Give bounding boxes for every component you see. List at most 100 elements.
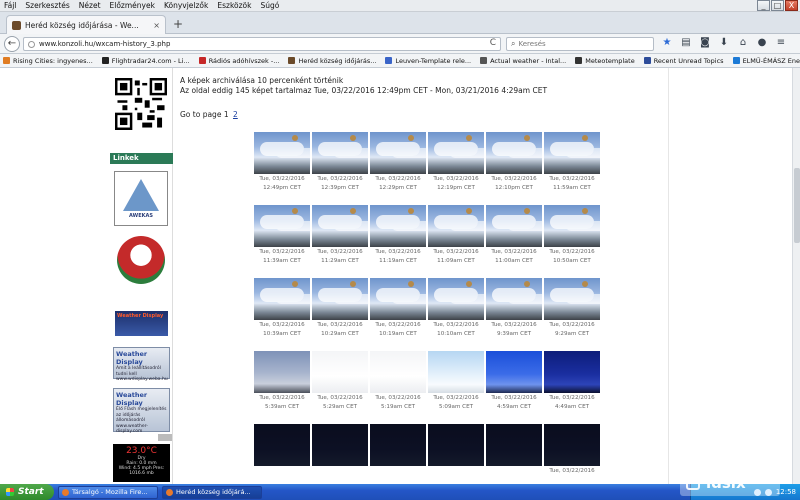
webcam-thumbnail[interactable] — [370, 424, 426, 467]
webcam-image[interactable] — [428, 132, 484, 174]
taskbar-item-firefox-weather[interactable]: Heréd község időjárá... — [162, 485, 262, 499]
webcam-image[interactable] — [312, 424, 368, 466]
bookmark-item[interactable]: Flightradar24.com - Li... — [99, 57, 190, 65]
webcam-image[interactable] — [370, 351, 426, 393]
webcam-image[interactable] — [486, 351, 542, 393]
new-tab-button[interactable]: + — [171, 17, 185, 31]
webcam-image[interactable] — [486, 205, 542, 247]
site-info-icon[interactable] — [28, 40, 35, 48]
bookmark-item[interactable]: Rádiós adóhívszek -... — [196, 57, 279, 65]
menu-tools[interactable]: Eszközök — [217, 1, 251, 10]
vertical-scrollbar[interactable] — [792, 68, 800, 484]
webcam-image[interactable] — [254, 132, 310, 174]
chat-icon[interactable]: ● — [755, 36, 769, 50]
webcam-thumbnail[interactable] — [428, 424, 484, 467]
webcam-image[interactable] — [428, 424, 484, 466]
webcam-image[interactable] — [254, 424, 310, 466]
webcam-thumbnail[interactable]: Tue, 03/22/2016 10:39am CET — [254, 278, 310, 338]
webcam-image[interactable] — [254, 278, 310, 320]
tab-close-icon[interactable]: × — [153, 21, 160, 30]
webcam-image[interactable] — [428, 205, 484, 247]
webcam-image[interactable] — [312, 351, 368, 393]
webcam-thumbnail[interactable]: Tue, 03/22/2016 12:29pm CET — [370, 132, 426, 192]
webcam-thumbnail[interactable] — [486, 424, 542, 467]
webcam-image[interactable] — [544, 132, 600, 174]
mini-weather-widget[interactable]: 23.0°C Dry Rain: 0.0 mm Wind: 4.5 mph Pr… — [113, 444, 170, 482]
menu-edit[interactable]: Szerkesztés — [25, 1, 69, 10]
weather-display-box-link[interactable]: Weather Display Amit a leállításodról tu… — [113, 347, 170, 382]
weather-display-banner-link[interactable]: Weather Display — [115, 311, 168, 336]
webcam-thumbnail[interactable]: Tue, 03/22/2016 — [544, 424, 600, 476]
webcam-thumbnail[interactable]: Tue, 03/22/2016 10:19am CET — [370, 278, 426, 338]
webcam-thumbnail[interactable]: Tue, 03/22/2016 5:29am CET — [312, 351, 368, 411]
bookmark-item[interactable]: Leuven-Template rele... — [382, 57, 471, 65]
tab-active[interactable]: Heréd község időjárása - We... × — [6, 15, 166, 34]
page-2-link[interactable]: 2 — [233, 110, 238, 119]
webcam-image[interactable] — [312, 278, 368, 320]
bookmark-item[interactable]: Heréd község időjárás... — [285, 57, 376, 65]
webcam-thumbnail[interactable]: Tue, 03/22/2016 11:00am CET — [486, 205, 542, 265]
webcam-image[interactable] — [370, 205, 426, 247]
webcam-thumbnail[interactable] — [312, 424, 368, 467]
download-icon[interactable]: ⬇ — [717, 36, 731, 50]
webcam-image[interactable] — [370, 278, 426, 320]
webcam-thumbnail[interactable] — [254, 424, 310, 467]
taskbar-item-firefox-forum[interactable]: Társalgó - Mozilla Fire... — [58, 485, 158, 499]
webcam-image[interactable] — [312, 205, 368, 247]
webcam-thumbnail[interactable]: Tue, 03/22/2016 11:29am CET — [312, 205, 368, 265]
weather-display-flash-link[interactable]: Weather Display Élő Flash megjelenítés a… — [113, 388, 170, 434]
bookmark-item[interactable]: Actual weather - Intal... — [477, 57, 566, 65]
webcam-thumbnail[interactable]: Tue, 03/22/2016 10:29am CET — [312, 278, 368, 338]
webcam-thumbnail[interactable]: Tue, 03/22/2016 12:49pm CET — [254, 132, 310, 192]
webcam-thumbnail[interactable]: Tue, 03/22/2016 10:50am CET — [544, 205, 600, 265]
awekas-link-logo[interactable]: AWEKAS — [114, 171, 168, 226]
webcam-thumbnail[interactable]: Tue, 03/22/2016 11:09am CET — [428, 205, 484, 265]
search-input[interactable]: ⌕ Keresés — [506, 37, 654, 51]
bookmark-item[interactable]: ELMŰ-ÉMÁSZ Energias... — [730, 57, 800, 65]
close-window-button[interactable]: X — [785, 0, 798, 11]
home-icon[interactable]: ⌂ — [736, 36, 750, 50]
webcam-image[interactable] — [544, 424, 600, 466]
menu-bookmarks[interactable]: Könyvjelzők — [164, 1, 208, 10]
webcam-image[interactable] — [312, 132, 368, 174]
pocket-icon[interactable]: ◙ — [698, 36, 712, 50]
webcam-thumbnail[interactable]: Tue, 03/22/2016 5:19am CET — [370, 351, 426, 411]
webcam-thumbnail[interactable]: Tue, 03/22/2016 10:10am CET — [428, 278, 484, 338]
webcam-image[interactable] — [544, 278, 600, 320]
menu-help[interactable]: Súgó — [260, 1, 279, 10]
scrollbar-thumb[interactable] — [794, 168, 800, 243]
webcam-thumbnail[interactable]: Tue, 03/22/2016 12:10pm CET — [486, 132, 542, 192]
start-button[interactable]: Start — [0, 484, 54, 500]
webcam-thumbnail[interactable]: Tue, 03/22/2016 11:59am CET — [544, 132, 600, 192]
bookmark-item[interactable]: Rising Cities: ingyenes... — [0, 57, 93, 65]
menu-view[interactable]: Nézet — [79, 1, 101, 10]
reading-list-icon[interactable]: ▤ — [679, 36, 693, 50]
webcam-thumbnail[interactable]: Tue, 03/22/2016 11:39am CET — [254, 205, 310, 265]
webcam-thumbnail[interactable]: Tue, 03/22/2016 11:19am CET — [370, 205, 426, 265]
webcam-thumbnail[interactable]: Tue, 03/22/2016 5:39am CET — [254, 351, 310, 411]
bookmark-item[interactable]: Recent Unread Topics — [641, 57, 724, 65]
webcam-image[interactable] — [428, 278, 484, 320]
url-bar[interactable]: www.konzoli.hu/wxcam-history_3.php C — [23, 37, 501, 51]
back-button[interactable]: ← — [4, 35, 20, 52]
webcam-image[interactable] — [544, 351, 600, 393]
webcam-thumbnail[interactable]: Tue, 03/22/2016 4:49am CET — [544, 351, 600, 411]
webcam-image[interactable] — [254, 205, 310, 247]
maximize-button[interactable]: □ — [771, 0, 784, 11]
weather-club-logo-link[interactable] — [117, 236, 165, 284]
bookmark-star-icon[interactable]: ★ — [660, 36, 674, 50]
webcam-image[interactable] — [370, 424, 426, 466]
webcam-thumbnail[interactable]: Tue, 03/22/2016 12:19pm CET — [428, 132, 484, 192]
reload-icon[interactable]: C — [490, 38, 496, 48]
webcam-thumbnail[interactable]: Tue, 03/22/2016 12:39pm CET — [312, 132, 368, 192]
webcam-thumbnail[interactable]: Tue, 03/22/2016 4:59am CET — [486, 351, 542, 411]
menu-history[interactable]: Előzmények — [110, 1, 155, 10]
webcam-image[interactable] — [254, 351, 310, 393]
menu-hamburger-icon[interactable]: ≡ — [774, 36, 788, 50]
webcam-image[interactable] — [486, 278, 542, 320]
webcam-image[interactable] — [486, 424, 542, 466]
menu-file[interactable]: Fájl — [4, 1, 16, 10]
webcam-thumbnail[interactable]: Tue, 03/22/2016 5:09am CET — [428, 351, 484, 411]
webcam-image[interactable] — [486, 132, 542, 174]
webcam-thumbnail[interactable]: Tue, 03/22/2016 9:39am CET — [486, 278, 542, 338]
